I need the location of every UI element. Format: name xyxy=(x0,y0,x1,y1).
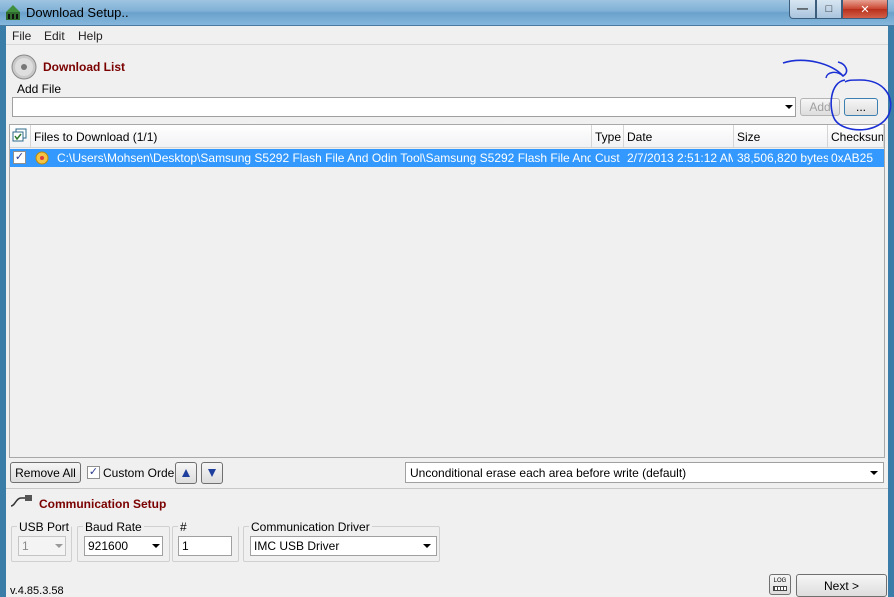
chevron-down-icon xyxy=(870,470,878,475)
version-label: v.4.85.3.58 xyxy=(10,585,64,597)
select-all-icon xyxy=(12,128,27,142)
move-up-button[interactable] xyxy=(175,462,197,484)
arrow-down-icon xyxy=(208,469,216,477)
main-panel: File Edit Help Download List Add File Ad… xyxy=(6,26,888,597)
baud-rate-value: 921600 xyxy=(88,539,129,553)
channels-group: # Channels 1 xyxy=(172,520,239,562)
driver-select[interactable]: IMC USB Driver xyxy=(250,536,437,556)
chevron-down-icon xyxy=(55,544,63,548)
window-title: Download Setup.. xyxy=(26,5,129,20)
row-checksum: 0xAB25 xyxy=(831,151,874,165)
list-header: Files to Download (1/1) Type Date Size C… xyxy=(10,125,884,148)
remove-all-button[interactable]: Remove All xyxy=(10,462,81,483)
minimize-button[interactable]: — xyxy=(789,0,816,19)
next-button[interactable]: Next > xyxy=(796,574,887,597)
table-row[interactable]: ✓ C:\Users\Mohsen\Desktop\Samsung S5292 … xyxy=(10,149,884,167)
cable-icon xyxy=(10,495,32,507)
file-path-combo[interactable] xyxy=(12,97,796,117)
arrow-up-icon xyxy=(182,469,190,477)
baud-rate-group: Baud Rate 921600 xyxy=(77,520,170,562)
custom-order-label: Custom Order xyxy=(103,466,179,480)
select-all-column[interactable] xyxy=(10,125,31,148)
driver-label: Communication Driver xyxy=(249,520,372,534)
add-button[interactable]: Add xyxy=(800,98,840,116)
usb-port-select[interactable]: 1 xyxy=(18,536,66,556)
maximize-button[interactable]: □ xyxy=(816,0,842,19)
row-size: 38,506,820 bytes xyxy=(737,151,828,165)
disc-icon xyxy=(11,54,37,80)
column-checksum[interactable]: Checksum xyxy=(828,125,884,148)
row-type: Cust xyxy=(595,151,620,165)
custom-order-checkbox[interactable]: ✓ xyxy=(87,466,100,479)
column-type[interactable]: Type xyxy=(592,125,624,148)
column-files[interactable]: Files to Download (1/1) xyxy=(31,125,592,148)
move-down-button[interactable] xyxy=(201,462,223,484)
chevron-down-icon xyxy=(423,544,431,548)
erase-mode-select[interactable]: Unconditional erase each area before wri… xyxy=(405,462,884,483)
usb-port-group: USB Port 1 xyxy=(11,520,72,562)
row-checkbox[interactable]: ✓ xyxy=(13,151,26,164)
driver-group: Communication Driver IMC USB Driver xyxy=(243,520,440,562)
keyboard-graphic xyxy=(773,586,787,591)
download-list-title: Download List xyxy=(43,60,125,74)
menu-help[interactable]: Help xyxy=(78,29,103,43)
close-button[interactable]: ✕ xyxy=(842,0,888,19)
menu-bar: File Edit Help xyxy=(6,26,888,45)
app-icon xyxy=(6,5,20,20)
baud-rate-select[interactable]: 921600 xyxy=(84,536,163,556)
menu-file[interactable]: File xyxy=(12,29,31,43)
chevron-down-icon xyxy=(785,105,793,109)
files-list[interactable]: Files to Download (1/1) Type Date Size C… xyxy=(9,124,885,458)
log-button[interactable]: LOG xyxy=(769,574,791,595)
add-file-label: Add File xyxy=(17,82,62,96)
channels-input[interactable]: 1 xyxy=(178,536,232,556)
baud-rate-label: Baud Rate xyxy=(83,520,144,534)
usb-port-value: 1 xyxy=(22,539,29,553)
menu-edit[interactable]: Edit xyxy=(44,29,65,43)
title-bar: Download Setup.. — □ ✕ xyxy=(0,0,894,26)
log-icon: LOG xyxy=(773,578,787,584)
usb-port-label: USB Port xyxy=(17,520,71,534)
column-date[interactable]: Date xyxy=(624,125,734,148)
divider xyxy=(6,488,888,489)
communication-setup-title: Communication Setup xyxy=(39,497,167,511)
row-date: 2/7/2013 2:51:12 AM xyxy=(627,151,733,165)
browse-button[interactable]: ... xyxy=(844,98,878,116)
row-file-path: C:\Users\Mohsen\Desktop\Samsung S5292 Fl… xyxy=(57,151,591,165)
column-size[interactable]: Size xyxy=(734,125,828,148)
chevron-down-icon xyxy=(152,544,160,548)
file-icon xyxy=(35,151,49,165)
driver-value: IMC USB Driver xyxy=(254,539,340,553)
erase-mode-value: Unconditional erase each area before wri… xyxy=(410,466,687,480)
